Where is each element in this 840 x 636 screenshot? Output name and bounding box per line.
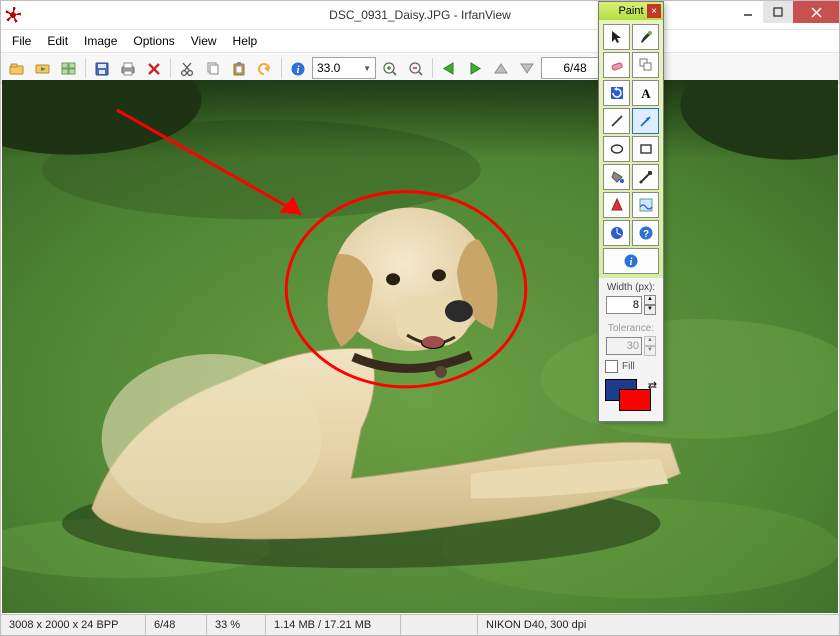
tool-fill[interactable] <box>603 164 630 190</box>
maximize-button[interactable] <box>763 1 793 23</box>
next-button[interactable] <box>463 56 487 80</box>
tolerance-label: Tolerance: <box>599 319 663 336</box>
copy-button[interactable] <box>201 56 225 80</box>
dir-down-button[interactable] <box>515 56 539 80</box>
paste-button[interactable] <box>227 56 251 80</box>
tool-sharpen[interactable] <box>603 192 630 218</box>
dir-up-button[interactable] <box>489 56 513 80</box>
tool-arrow[interactable] <box>632 108 659 134</box>
tool-blur[interactable] <box>632 192 659 218</box>
menu-image[interactable]: Image <box>77 32 124 50</box>
tool-rotate[interactable] <box>603 80 630 106</box>
tool-clone[interactable] <box>632 52 659 78</box>
delete-button[interactable] <box>142 56 166 80</box>
tool-text[interactable]: A <box>632 80 659 106</box>
status-page: 6/48 <box>146 615 207 635</box>
width-label: Width (px): <box>599 278 663 295</box>
window-title: DSC_0931_Daisy.JPG - IrfanView <box>329 8 511 22</box>
tool-eraser[interactable] <box>603 52 630 78</box>
window-controls <box>733 1 839 23</box>
paint-titlebar[interactable]: Paint × <box>599 2 663 20</box>
width-input-group: ▲▼ <box>599 295 663 319</box>
open-button[interactable] <box>5 56 29 80</box>
tool-info[interactable]: i <box>603 248 659 274</box>
status-dimensions: 3008 x 2000 x 24 BPP <box>1 615 146 635</box>
fill-checkbox[interactable] <box>605 360 618 373</box>
cut-button[interactable] <box>175 56 199 80</box>
app-window: DSC_0931_Daisy.JPG - IrfanView File Edit… <box>0 0 840 636</box>
app-icon <box>5 7 21 23</box>
save-button[interactable] <box>90 56 114 80</box>
tolerance-input <box>606 337 642 355</box>
zoom-value: 33.0 <box>317 61 340 75</box>
zoom-out-button[interactable] <box>404 56 428 80</box>
close-button[interactable] <box>793 1 839 23</box>
status-meta: NIKON D40, 300 dpi <box>478 615 839 635</box>
menu-help[interactable]: Help <box>226 32 265 50</box>
fill-label: Fill <box>622 361 635 372</box>
width-input[interactable] <box>606 296 642 314</box>
tool-brush[interactable] <box>632 24 659 50</box>
status-size: 1.14 MB / 17.21 MB <box>266 615 401 635</box>
info-button[interactable]: i <box>286 56 310 80</box>
svg-text:A: A <box>641 86 651 101</box>
tool-line[interactable] <box>603 108 630 134</box>
prev-button[interactable] <box>437 56 461 80</box>
image-content <box>2 80 838 613</box>
status-bar: 3008 x 2000 x 24 BPP 6/48 33 % 1.14 MB /… <box>1 614 839 635</box>
thumbnails-button[interactable] <box>57 56 81 80</box>
menu-view[interactable]: View <box>184 32 224 50</box>
chevron-down-icon: ▼ <box>363 64 371 73</box>
menu-file[interactable]: File <box>5 32 38 50</box>
paint-close-button[interactable]: × <box>647 4 661 18</box>
tool-eyedropper[interactable] <box>632 164 659 190</box>
menu-bar: File Edit Image Options View Help <box>1 30 839 53</box>
image-canvas[interactable] <box>2 80 838 613</box>
undo-button[interactable] <box>253 56 277 80</box>
status-spacer <box>401 615 478 635</box>
menu-edit[interactable]: Edit <box>40 32 75 50</box>
slideshow-button[interactable] <box>31 56 55 80</box>
paint-panel[interactable]: Paint × A ? i Width (px): ▲▼ <box>598 1 664 422</box>
zoom-in-button[interactable] <box>378 56 402 80</box>
zoom-combo[interactable]: 33.0 ▼ <box>312 57 376 79</box>
title-bar: DSC_0931_Daisy.JPG - IrfanView <box>1 1 839 30</box>
minimize-button[interactable] <box>733 1 763 23</box>
color-swatches: ⇄ <box>605 379 657 413</box>
svg-text:i: i <box>297 65 300 76</box>
tolerance-spinner: ▲▼ <box>644 336 656 356</box>
tool-ellipse[interactable] <box>603 136 630 162</box>
status-zoom: 33 % <box>207 615 266 635</box>
swap-colors-icon[interactable]: ⇄ <box>648 379 657 392</box>
tolerance-input-group: ▲▼ <box>599 336 663 360</box>
width-spinner[interactable]: ▲▼ <box>644 295 656 315</box>
paint-tool-grid: A ? i <box>599 20 663 278</box>
menu-options[interactable]: Options <box>126 32 181 50</box>
svg-text:i: i <box>630 257 633 268</box>
print-button[interactable] <box>116 56 140 80</box>
paint-title-text: Paint <box>618 5 643 17</box>
fill-row[interactable]: Fill <box>599 360 663 379</box>
tool-help[interactable]: ? <box>632 220 659 246</box>
fg-color-swatch[interactable] <box>619 389 651 411</box>
svg-text:?: ? <box>642 229 648 240</box>
tool-rectangle[interactable] <box>632 136 659 162</box>
tool-pointer[interactable] <box>603 24 630 50</box>
tool-measure[interactable] <box>603 220 630 246</box>
